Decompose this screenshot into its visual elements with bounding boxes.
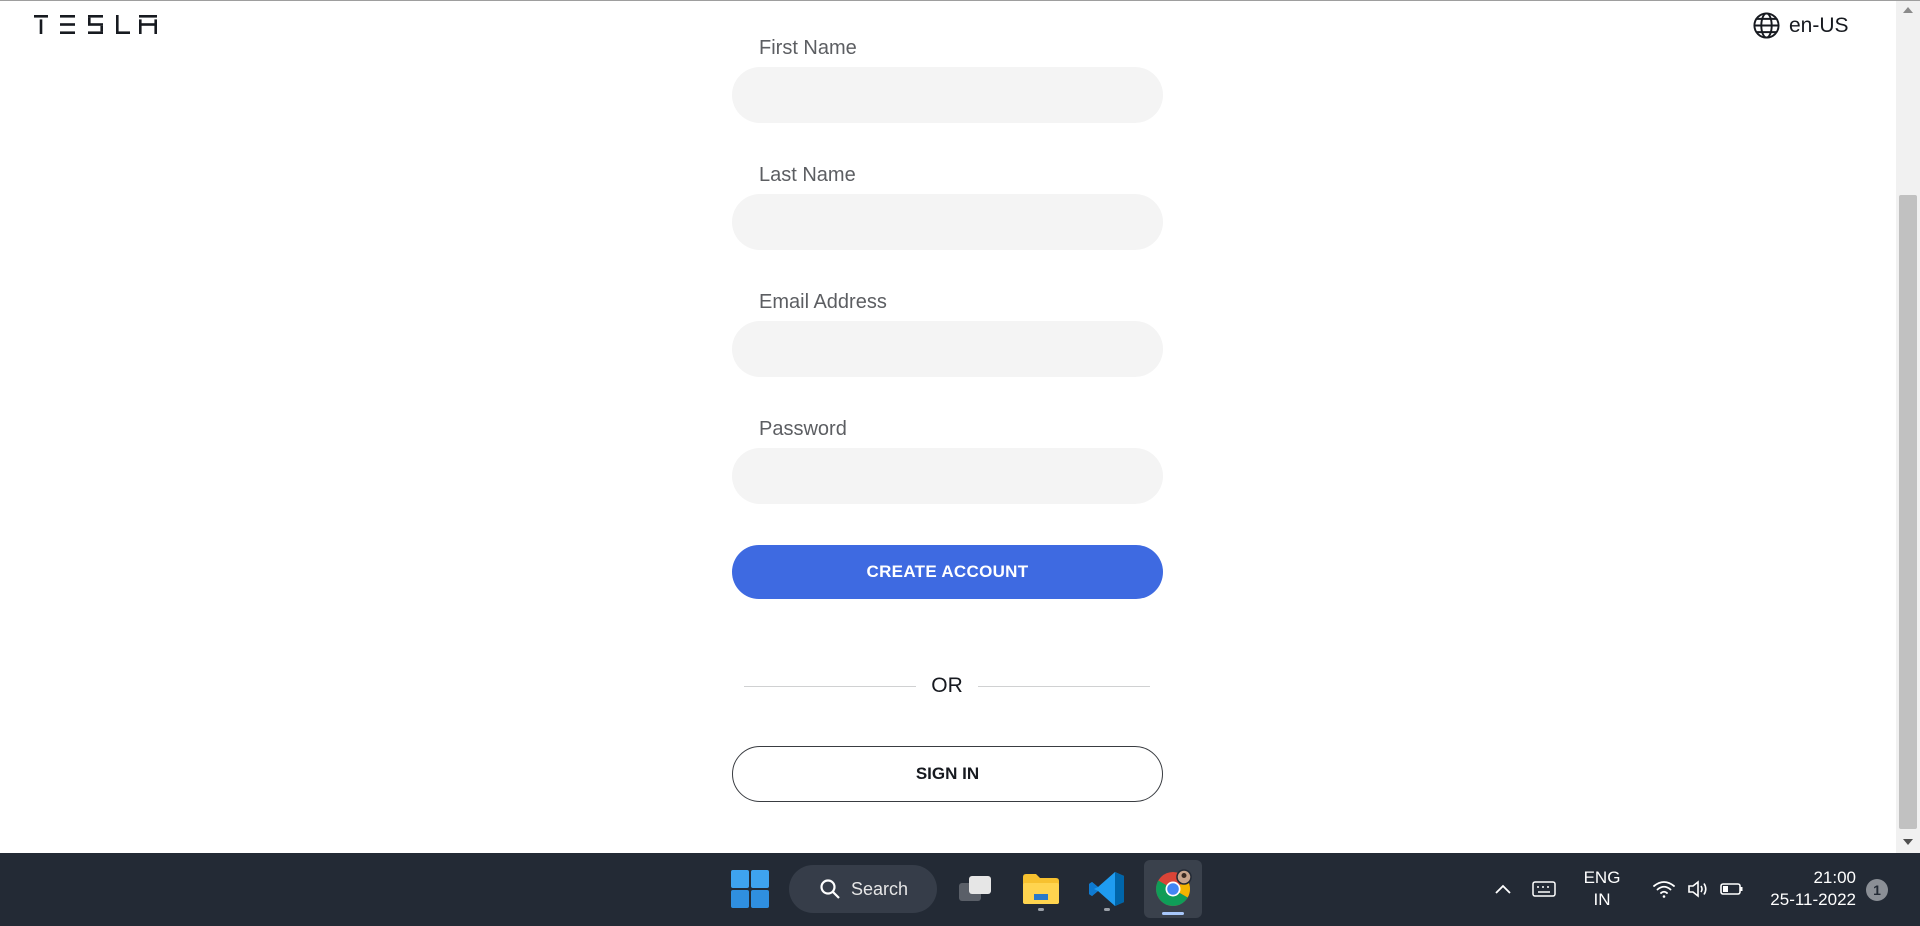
clock-button[interactable]: 21:00 25-11-2022 bbox=[1762, 866, 1856, 912]
language-region: IN bbox=[1593, 890, 1611, 909]
globe-icon bbox=[1753, 12, 1780, 39]
quick-settings-button[interactable] bbox=[1644, 865, 1752, 913]
show-hidden-icons-button[interactable] bbox=[1490, 875, 1516, 903]
sign-in-button[interactable]: SIGN IN bbox=[732, 746, 1163, 802]
tesla-logo[interactable] bbox=[34, 15, 158, 35]
touch-keyboard-button[interactable] bbox=[1530, 875, 1558, 903]
volume-icon bbox=[1688, 880, 1707, 898]
divider-line-right bbox=[978, 686, 1150, 687]
create-account-button[interactable]: CREATE ACCOUNT bbox=[732, 545, 1163, 599]
running-indicator bbox=[1104, 908, 1110, 911]
scroll-up-arrow-icon[interactable] bbox=[1903, 7, 1913, 13]
chrome-button[interactable] bbox=[1144, 860, 1202, 918]
first-name-input[interactable] bbox=[732, 67, 1163, 123]
vscode-button[interactable] bbox=[1082, 863, 1132, 915]
email-label: Email Address bbox=[759, 291, 887, 313]
file-explorer-button[interactable] bbox=[1016, 863, 1066, 915]
signup-page: en-US First Name Last Name Email Address… bbox=[0, 1, 1896, 853]
taskbar-search[interactable]: Search bbox=[789, 865, 937, 913]
first-name-label: First Name bbox=[759, 37, 857, 59]
language-code: ENG bbox=[1583, 868, 1621, 887]
clock-date: 25-11-2022 bbox=[1770, 890, 1856, 909]
search-label: Search bbox=[851, 878, 909, 899]
search-icon bbox=[820, 879, 840, 899]
clock-time: 21:00 bbox=[1813, 868, 1856, 887]
last-name-label: Last Name bbox=[759, 164, 856, 186]
chrome-icon bbox=[1156, 869, 1192, 906]
input-language-button[interactable]: ENG IN bbox=[1574, 866, 1630, 912]
page-scrollbar[interactable] bbox=[1896, 1, 1920, 853]
battery-icon bbox=[1720, 883, 1743, 895]
windows-start-icon bbox=[731, 870, 769, 908]
keyboard-icon bbox=[1532, 881, 1556, 897]
task-view-button[interactable] bbox=[952, 865, 1000, 913]
notification-badge[interactable]: 1 bbox=[1866, 879, 1888, 901]
language-label: en-US bbox=[1789, 13, 1849, 37]
language-selector[interactable]: en-US bbox=[1752, 11, 1849, 40]
last-name-input[interactable] bbox=[732, 194, 1163, 250]
email-input[interactable] bbox=[732, 321, 1163, 377]
file-explorer-icon bbox=[1023, 874, 1059, 904]
scrollbar-thumb[interactable] bbox=[1899, 195, 1917, 829]
password-input[interactable] bbox=[732, 448, 1163, 504]
password-label: Password bbox=[759, 418, 847, 440]
start-button[interactable] bbox=[726, 865, 774, 913]
task-view-icon bbox=[959, 876, 991, 901]
scroll-down-arrow-icon[interactable] bbox=[1903, 839, 1913, 845]
vscode-icon bbox=[1089, 872, 1124, 906]
or-divider: OR bbox=[744, 674, 1150, 697]
active-indicator bbox=[1162, 912, 1184, 915]
running-indicator bbox=[1038, 908, 1044, 911]
windows-taskbar: Search ENG IN 21:00 25-11-2022 1 bbox=[0, 853, 1920, 926]
wifi-icon bbox=[1653, 881, 1675, 898]
chevron-up-icon bbox=[1495, 884, 1511, 894]
